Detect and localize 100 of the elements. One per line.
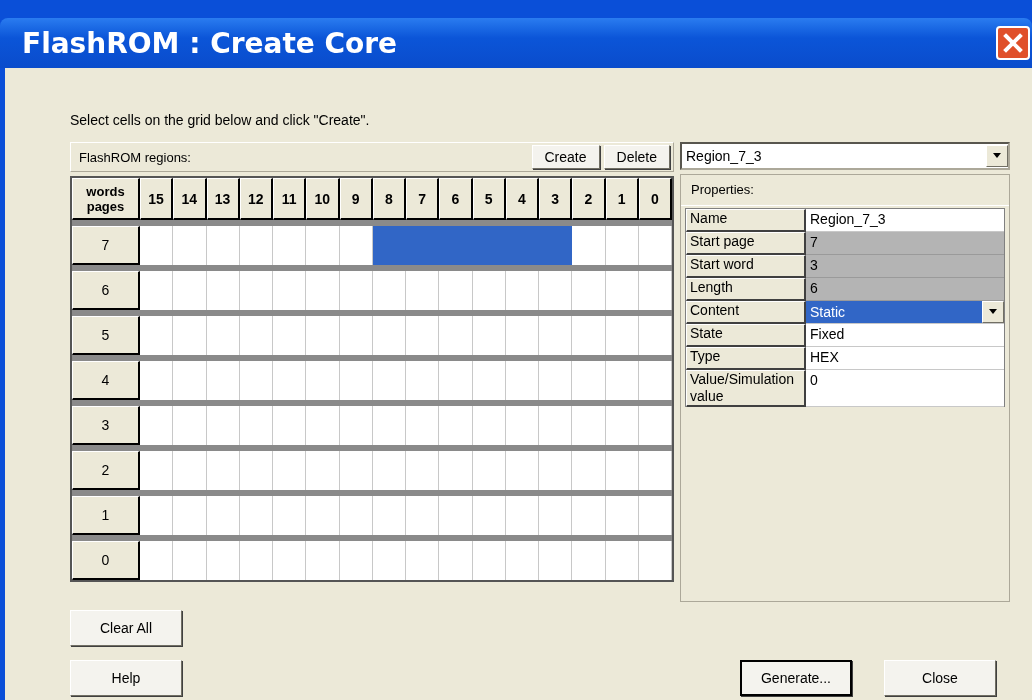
grid-cell[interactable] — [539, 451, 573, 490]
grid-cell[interactable] — [173, 541, 207, 580]
grid-cell[interactable] — [439, 361, 473, 400]
grid-cell[interactable] — [406, 496, 440, 535]
grid-cell[interactable] — [539, 271, 573, 310]
grid-cell[interactable] — [472, 316, 506, 355]
grid-cell[interactable] — [638, 496, 672, 535]
grid-cell[interactable] — [273, 361, 307, 400]
grid-cell[interactable] — [638, 451, 672, 490]
grid-cell[interactable] — [406, 271, 440, 310]
grid-cell[interactable] — [638, 316, 672, 355]
close-icon[interactable] — [996, 26, 1030, 60]
page-header[interactable]: 1 — [72, 496, 140, 535]
grid-cell[interactable] — [472, 406, 506, 445]
grid-cell[interactable] — [605, 451, 639, 490]
grid-cell[interactable] — [173, 361, 207, 400]
property-value[interactable]: Fixed — [806, 324, 1004, 347]
grid-cell[interactable] — [206, 496, 240, 535]
grid-cell[interactable] — [372, 406, 406, 445]
grid-cell[interactable] — [306, 541, 340, 580]
grid-cell[interactable] — [206, 451, 240, 490]
grid-cell[interactable] — [339, 406, 373, 445]
grid-cell[interactable] — [638, 271, 672, 310]
grid-cell[interactable] — [140, 316, 174, 355]
grid-cell[interactable] — [140, 496, 174, 535]
grid-cell[interactable] — [173, 226, 207, 265]
grid-cell[interactable] — [173, 271, 207, 310]
grid-cell[interactable] — [306, 226, 340, 265]
grid-cell[interactable] — [173, 451, 207, 490]
grid-cell[interactable] — [539, 226, 573, 265]
grid-cell[interactable] — [372, 496, 406, 535]
grid-cell[interactable] — [273, 496, 307, 535]
grid-cell[interactable] — [306, 316, 340, 355]
grid-cell[interactable] — [306, 451, 340, 490]
grid-cell[interactable] — [173, 316, 207, 355]
grid-cell[interactable] — [439, 316, 473, 355]
grid-cell[interactable] — [638, 541, 672, 580]
grid-cell[interactable] — [472, 451, 506, 490]
page-header[interactable]: 7 — [72, 226, 140, 265]
grid-cell[interactable] — [605, 406, 639, 445]
grid-cell[interactable] — [306, 271, 340, 310]
grid-cell[interactable] — [505, 271, 539, 310]
grid-cell[interactable] — [539, 406, 573, 445]
grid-cell[interactable] — [339, 271, 373, 310]
property-value[interactable]: Region_7_3 — [806, 209, 1004, 232]
property-value[interactable]: HEX — [806, 347, 1004, 370]
grid-cell[interactable] — [239, 271, 273, 310]
grid-cell[interactable] — [605, 541, 639, 580]
grid-cell[interactable] — [273, 406, 307, 445]
grid-cell[interactable] — [372, 316, 406, 355]
grid-cell[interactable] — [239, 496, 273, 535]
grid-cell[interactable] — [605, 496, 639, 535]
grid-cell[interactable] — [140, 406, 174, 445]
grid-cell[interactable] — [572, 226, 606, 265]
grid-cell[interactable] — [505, 541, 539, 580]
grid-cell[interactable] — [239, 316, 273, 355]
grid-cell[interactable] — [339, 541, 373, 580]
grid-cell[interactable] — [239, 361, 273, 400]
grid-cell[interactable] — [239, 226, 273, 265]
clear-all-button[interactable]: Clear All — [70, 610, 182, 646]
grid-cell[interactable] — [273, 451, 307, 490]
grid-cell[interactable] — [505, 496, 539, 535]
page-header[interactable]: 4 — [72, 361, 140, 400]
grid-cell[interactable] — [140, 361, 174, 400]
grid-cell[interactable] — [339, 496, 373, 535]
grid-cell[interactable] — [638, 406, 672, 445]
grid-cell[interactable] — [539, 496, 573, 535]
grid-cell[interactable] — [406, 406, 440, 445]
grid-cell[interactable] — [206, 316, 240, 355]
grid-cell[interactable] — [206, 226, 240, 265]
grid-cell[interactable] — [339, 451, 373, 490]
grid-cell[interactable] — [306, 406, 340, 445]
close-button[interactable]: Close — [884, 660, 996, 696]
property-dropdown[interactable]: Static — [806, 301, 1004, 324]
grid-cell[interactable] — [505, 361, 539, 400]
grid-cell[interactable] — [239, 451, 273, 490]
page-header[interactable]: 3 — [72, 406, 140, 445]
grid-cell[interactable] — [572, 451, 606, 490]
grid-cell[interactable] — [572, 541, 606, 580]
grid-cell[interactable] — [372, 541, 406, 580]
grid-cell[interactable] — [605, 316, 639, 355]
grid-cell[interactable] — [140, 226, 174, 265]
grid-cell[interactable] — [273, 271, 307, 310]
grid-cell[interactable] — [140, 271, 174, 310]
page-header[interactable]: 6 — [72, 271, 140, 310]
page-header[interactable]: 2 — [72, 451, 140, 490]
toolbar-button[interactable]: Delete — [603, 145, 670, 169]
grid-cell[interactable] — [406, 361, 440, 400]
grid-cell[interactable] — [140, 541, 174, 580]
grid-cell[interactable] — [372, 226, 406, 265]
grid-cell[interactable] — [306, 496, 340, 535]
grid-cell[interactable] — [439, 496, 473, 535]
grid-cell[interactable] — [605, 361, 639, 400]
grid-cell[interactable] — [273, 316, 307, 355]
grid-cell[interactable] — [638, 226, 672, 265]
grid-cell[interactable] — [406, 316, 440, 355]
grid-cell[interactable] — [572, 316, 606, 355]
grid-cell[interactable] — [572, 361, 606, 400]
grid-cell[interactable] — [572, 496, 606, 535]
grid-cell[interactable] — [472, 541, 506, 580]
